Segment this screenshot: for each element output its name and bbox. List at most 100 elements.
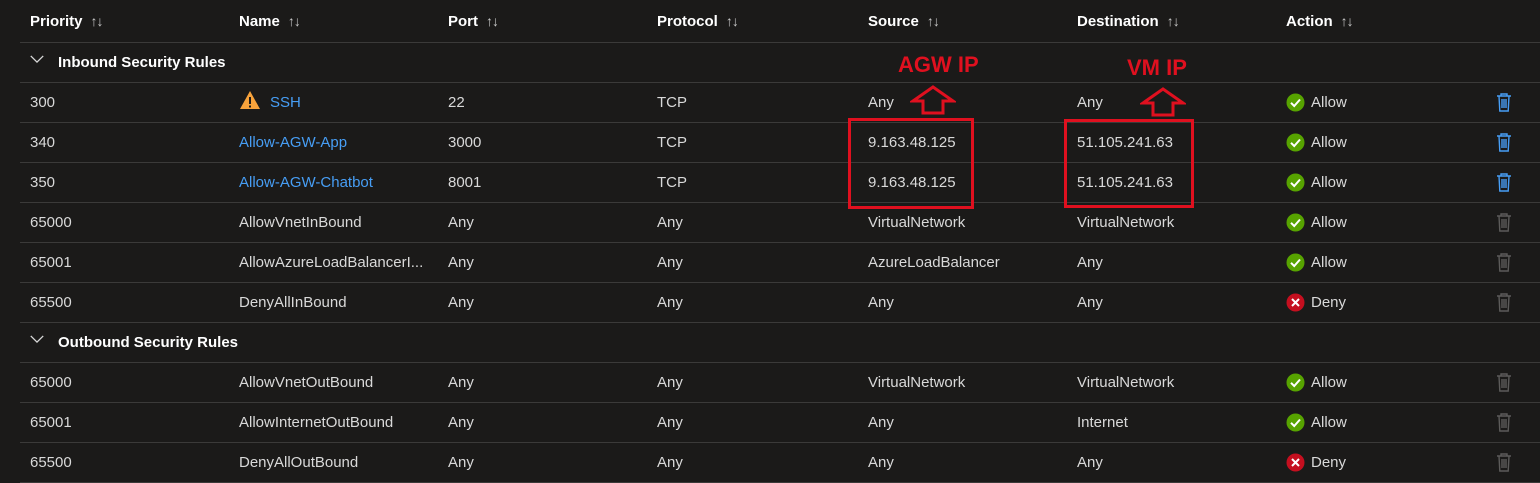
rule-name[interactable]: Allow-AGW-Chatbot xyxy=(239,174,373,191)
rule-name: AllowAzureLoadBalancerI... xyxy=(239,253,424,271)
warning-triangle-icon xyxy=(240,91,260,109)
priority-cell: 65500 xyxy=(30,453,72,471)
table-row[interactable]: 65500 DenyAllInBound Any Any Any Any Deny xyxy=(20,282,1540,323)
port-cell: Any xyxy=(448,253,474,271)
column-port[interactable]: Port ↑↓ xyxy=(448,0,499,42)
rule-name: DenyAllInBound xyxy=(239,293,347,311)
source-cell: Any xyxy=(868,413,894,431)
agw-ip-annotation: AGW IP xyxy=(898,52,979,77)
table-row[interactable]: 300 SSH 22 TCP Any Any Allow xyxy=(20,82,1540,123)
column-action[interactable]: Action ↑↓ xyxy=(1286,0,1354,42)
port-cell: Any xyxy=(448,293,474,311)
chevron-down-icon[interactable] xyxy=(30,332,44,346)
column-protocol[interactable]: Protocol ↑↓ xyxy=(657,0,739,42)
table-row[interactable]: 65500 DenyAllOutBound Any Any Any Any Deny xyxy=(20,442,1540,483)
action-status: Allow xyxy=(1286,413,1347,432)
rule-name: DenyAllOutBound xyxy=(239,453,359,471)
arrow-up-icon xyxy=(910,85,956,115)
delete-button xyxy=(1496,202,1512,242)
group-title-cell: Outbound Security Rules xyxy=(30,322,238,362)
group-title-cell: Inbound Security Rules xyxy=(30,42,226,82)
destination-cell: Any xyxy=(1077,253,1103,271)
column-port-label: Port xyxy=(448,12,478,30)
group-title: Inbound Security Rules xyxy=(58,53,226,71)
column-source-label: Source xyxy=(868,12,919,30)
column-protocol-label: Protocol xyxy=(657,12,718,30)
action-status: Allow xyxy=(1286,213,1347,232)
protocol-cell: TCP xyxy=(657,173,687,191)
rule-name: AllowInternetOutBound xyxy=(239,413,394,431)
sort-arrows-icon[interactable]: ↑↓ xyxy=(1167,13,1180,29)
protocol-cell: Any xyxy=(657,453,683,471)
delete-button[interactable] xyxy=(1496,162,1512,202)
check-circle-icon xyxy=(1286,413,1305,431)
table-row[interactable]: 65001 AllowAzureLoadBalancerI... Any Any Azu… xyxy=(20,242,1540,283)
sort-arrows-icon[interactable]: ↑↓ xyxy=(726,13,739,29)
delete-button xyxy=(1496,442,1512,482)
check-circle-icon xyxy=(1286,253,1305,271)
sort-arrows-icon[interactable]: ↑↓ xyxy=(486,13,499,29)
action-cell: Allow xyxy=(1286,122,1347,162)
name-cell[interactable]: Allow-AGW-Chatbot xyxy=(239,162,437,202)
check-circle-icon xyxy=(1286,213,1305,231)
destination-cell: Any xyxy=(1077,93,1103,111)
table-row[interactable]: 65001 AllowInternetOutBound Any Any Any Inter… xyxy=(20,402,1540,443)
trash-icon xyxy=(1497,173,1511,192)
destination-cell: Internet xyxy=(1077,413,1128,431)
arrow-up-icon xyxy=(1140,87,1186,117)
name-cell[interactable]: SSH xyxy=(239,82,437,122)
action-label: Deny xyxy=(1311,293,1347,311)
chevron-down-icon[interactable] xyxy=(30,52,44,66)
source-cell: VirtualNetwork xyxy=(868,373,966,391)
check-circle-icon xyxy=(1286,133,1305,151)
sort-arrows-icon[interactable]: ↑↓ xyxy=(91,13,104,29)
table-header: Priority ↑↓ Name ↑↓ Port ↑↓ Protocol ↑↓ Sour… xyxy=(20,0,1540,43)
delete-button xyxy=(1496,362,1512,402)
inbound-group-header[interactable]: Inbound Security Rules xyxy=(20,42,1540,83)
check-circle-icon xyxy=(1286,93,1305,111)
protocol-cell: Any xyxy=(657,253,683,271)
port-cell: Any xyxy=(448,453,474,471)
sort-arrows-icon[interactable]: ↑↓ xyxy=(1341,13,1354,29)
protocol-cell: Any xyxy=(657,413,683,431)
table-row[interactable]: 340 Allow-AGW-App 3000 TCP 9.163.48.125 51.10… xyxy=(20,122,1540,163)
priority-cell: 350 xyxy=(30,173,56,191)
delete-button[interactable] xyxy=(1496,82,1512,122)
x-circle-icon xyxy=(1286,293,1305,311)
trash-icon xyxy=(1497,133,1511,152)
delete-button xyxy=(1496,242,1512,282)
action-cell: Deny xyxy=(1286,282,1346,322)
column-priority-label: Priority xyxy=(30,12,83,30)
outbound-group-header[interactable]: Outbound Security Rules xyxy=(20,322,1540,363)
sort-arrows-icon[interactable]: ↑↓ xyxy=(927,13,940,29)
column-name[interactable]: Name ↑↓ xyxy=(239,0,300,42)
port-cell: Any xyxy=(448,413,474,431)
sort-arrows-icon[interactable]: ↑↓ xyxy=(288,13,300,29)
source-cell: AzureLoadBalancer xyxy=(868,253,1000,271)
rule-name: AllowVnetOutBound xyxy=(239,373,374,391)
trash-icon xyxy=(1497,213,1511,232)
destination-cell: Any xyxy=(1077,293,1103,311)
destination-ip-highlight xyxy=(1064,119,1194,208)
protocol-cell: TCP xyxy=(657,93,687,111)
trash-icon xyxy=(1497,293,1511,312)
column-priority[interactable]: Priority ↑↓ xyxy=(30,0,104,42)
action-label: Allow xyxy=(1311,133,1347,151)
column-source[interactable]: Source ↑↓ xyxy=(868,0,940,42)
priority-cell: 300 xyxy=(30,93,56,111)
port-cell: 3000 xyxy=(448,133,482,151)
name-cell: AllowVnetInBound xyxy=(239,202,437,242)
action-cell: Allow xyxy=(1286,202,1347,242)
table-row[interactable]: 65000 AllowVnetOutBound Any Any VirtualNetwo… xyxy=(20,362,1540,403)
priority-cell: 65001 xyxy=(30,413,72,431)
column-destination[interactable]: Destination ↑↓ xyxy=(1077,0,1180,42)
action-status: Allow xyxy=(1286,173,1347,192)
delete-button[interactable] xyxy=(1496,122,1512,162)
table-row[interactable]: 65000 AllowVnetInBound Any Any VirtualNetwor… xyxy=(20,202,1540,243)
name-cell[interactable]: Allow-AGW-App xyxy=(239,122,437,162)
port-cell: 22 xyxy=(448,93,465,111)
rule-name[interactable]: Allow-AGW-App xyxy=(239,134,347,151)
rule-name[interactable]: SSH xyxy=(270,94,301,111)
check-circle-icon xyxy=(1286,173,1305,191)
table-row[interactable]: 350 Allow-AGW-Chatbot 8001 TCP 9.163.48.125 5… xyxy=(20,162,1540,203)
